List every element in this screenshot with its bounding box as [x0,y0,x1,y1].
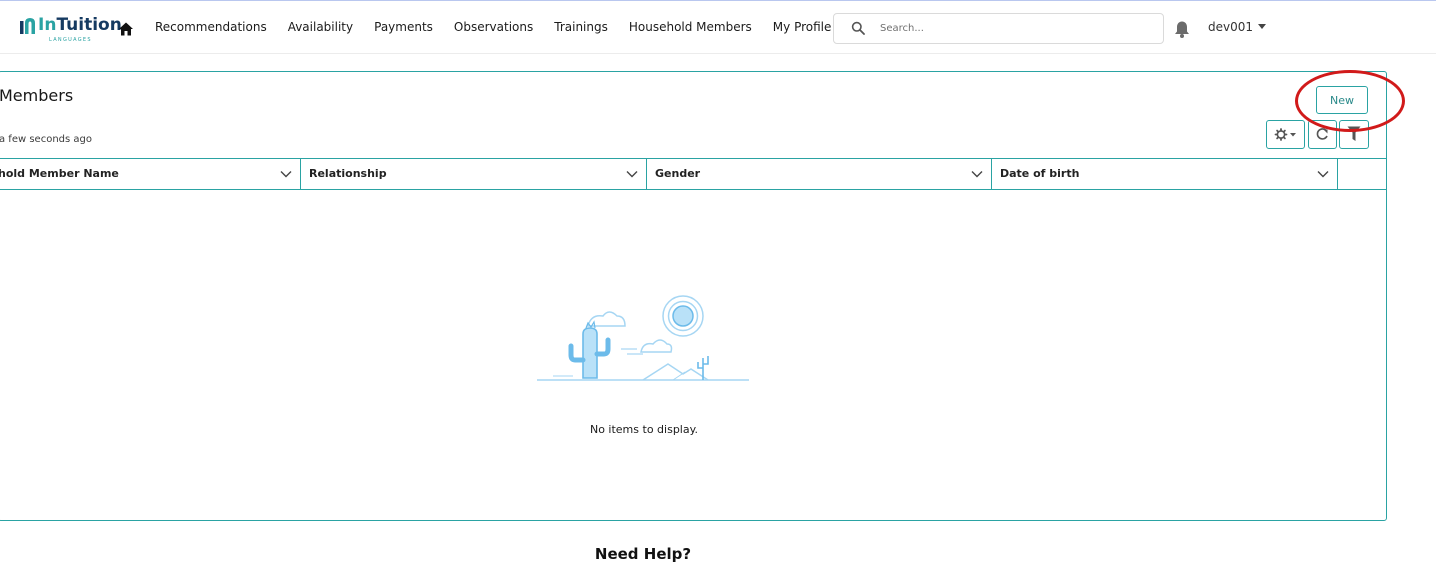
list-title: Members [0,86,74,105]
chevron-down-icon [1258,24,1267,29]
user-menu[interactable]: dev001 [1208,20,1267,34]
column-label: Relationship [309,167,387,180]
chevron-down-icon[interactable] [626,169,638,179]
column-label: hold Member Name [0,167,119,180]
chevron-down-icon[interactable] [1317,169,1329,179]
nav-recommendations[interactable]: Recommendations [155,20,267,34]
column-label: Gender [655,167,701,180]
empty-state-desert-illustration [537,295,749,381]
logo-text: InTuition [38,15,122,35]
nav-observations[interactable]: Observations [454,20,533,34]
table-header: hold Member Name Relationship Gender Dat… [0,158,1386,190]
nav-my-profile[interactable]: My Profile [773,20,832,34]
bell-icon[interactable] [1172,19,1192,39]
logo-prefix: In [38,15,57,35]
nav-availability[interactable]: Availability [288,20,353,34]
search-box [833,13,1164,44]
nav-household-members[interactable]: Household Members [629,20,752,34]
column-label: Date of birth [1000,167,1080,180]
column-header-member-name[interactable]: hold Member Name [0,159,301,189]
main-nav: Recommendations Availability Payments Ob… [155,20,852,34]
logo-suffix: Tuition [56,15,122,35]
column-header-gender[interactable]: Gender [647,159,992,189]
nav-payments[interactable]: Payments [374,20,433,34]
household-members-list: Members a few seconds ago New hold Membe… [0,71,1387,521]
annotation-highlight-circle [1295,70,1405,132]
home-icon[interactable] [118,21,134,37]
nav-trainings[interactable]: Trainings [554,20,608,34]
gear-icon [1274,128,1296,141]
brand-logo[interactable]: InTuition LANGUAGES [19,13,122,43]
column-header-relationship[interactable]: Relationship [301,159,647,189]
chevron-down-icon[interactable] [280,169,292,179]
list-settings-button[interactable] [1266,120,1305,149]
search-icon [851,21,865,35]
empty-state-message: No items to display. [589,423,699,436]
user-name: dev001 [1208,20,1254,34]
logo-tagline: LANGUAGES [49,37,92,43]
help-heading: Need Help? [594,545,692,563]
search-input[interactable] [880,20,1150,36]
logo-mark-icon [20,18,35,34]
site-header: InTuition LANGUAGES Recommendations Avai… [0,1,1436,54]
column-header-date-of-birth[interactable]: Date of birth [992,159,1338,189]
chevron-down-icon[interactable] [971,169,983,179]
list-updated-status: a few seconds ago [0,134,92,145]
